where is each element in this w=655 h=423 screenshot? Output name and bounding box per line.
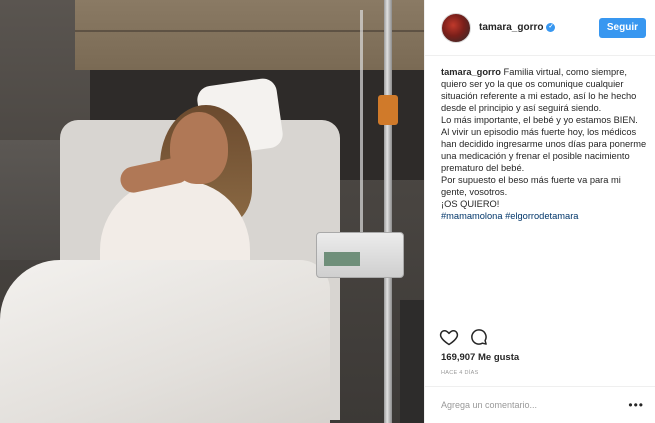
post-header: tamara_gorro ✓ Seguir [425,0,655,56]
photo-pump-screen [324,252,360,266]
post-side-panel: tamara_gorro ✓ Seguir tamara_gorro Famil… [424,0,655,423]
photo-sheet [0,260,330,423]
caption-text-2: Lo más importante, el bebé y yo estamos … [441,115,638,125]
caption-hashtags[interactable]: #mamamolona #elgorrodetamara [441,210,647,222]
caption-text-3: Al vivir un episodio más fuerte hoy, los… [441,127,647,173]
photo-wall-panel [75,0,424,70]
post-username[interactable]: tamara_gorro [479,22,543,33]
comment-input[interactable] [441,400,629,410]
photo-iv-pole [384,0,392,423]
photo-iv-clamp [378,95,398,125]
comment-bar: ••• [425,386,655,423]
photo-wall-line [75,30,424,32]
heart-icon[interactable] [439,327,459,347]
more-options-icon[interactable]: ••• [628,398,644,412]
post-caption: tamara_gorro Familia virtual, como siemp… [441,66,647,222]
photo-cabinet [400,300,424,423]
caption-text-5: ¡OS QUIERO! [441,199,500,209]
post-photo[interactable] [0,0,424,423]
post-timestamp[interactable]: HACE 4 DÍAS [441,370,479,376]
photo-iv-tube [360,10,363,240]
comment-icon[interactable] [469,327,489,347]
caption-text-4: Por supuesto el beso más fuerte va para … [441,175,621,197]
likes-count[interactable]: 169,907 Me gusta [441,352,519,363]
post-actions [439,326,639,348]
verified-badge-icon: ✓ [546,23,556,32]
avatar[interactable] [441,12,471,43]
follow-button[interactable]: Seguir [598,17,646,38]
caption-username[interactable]: tamara_gorro [441,67,501,77]
